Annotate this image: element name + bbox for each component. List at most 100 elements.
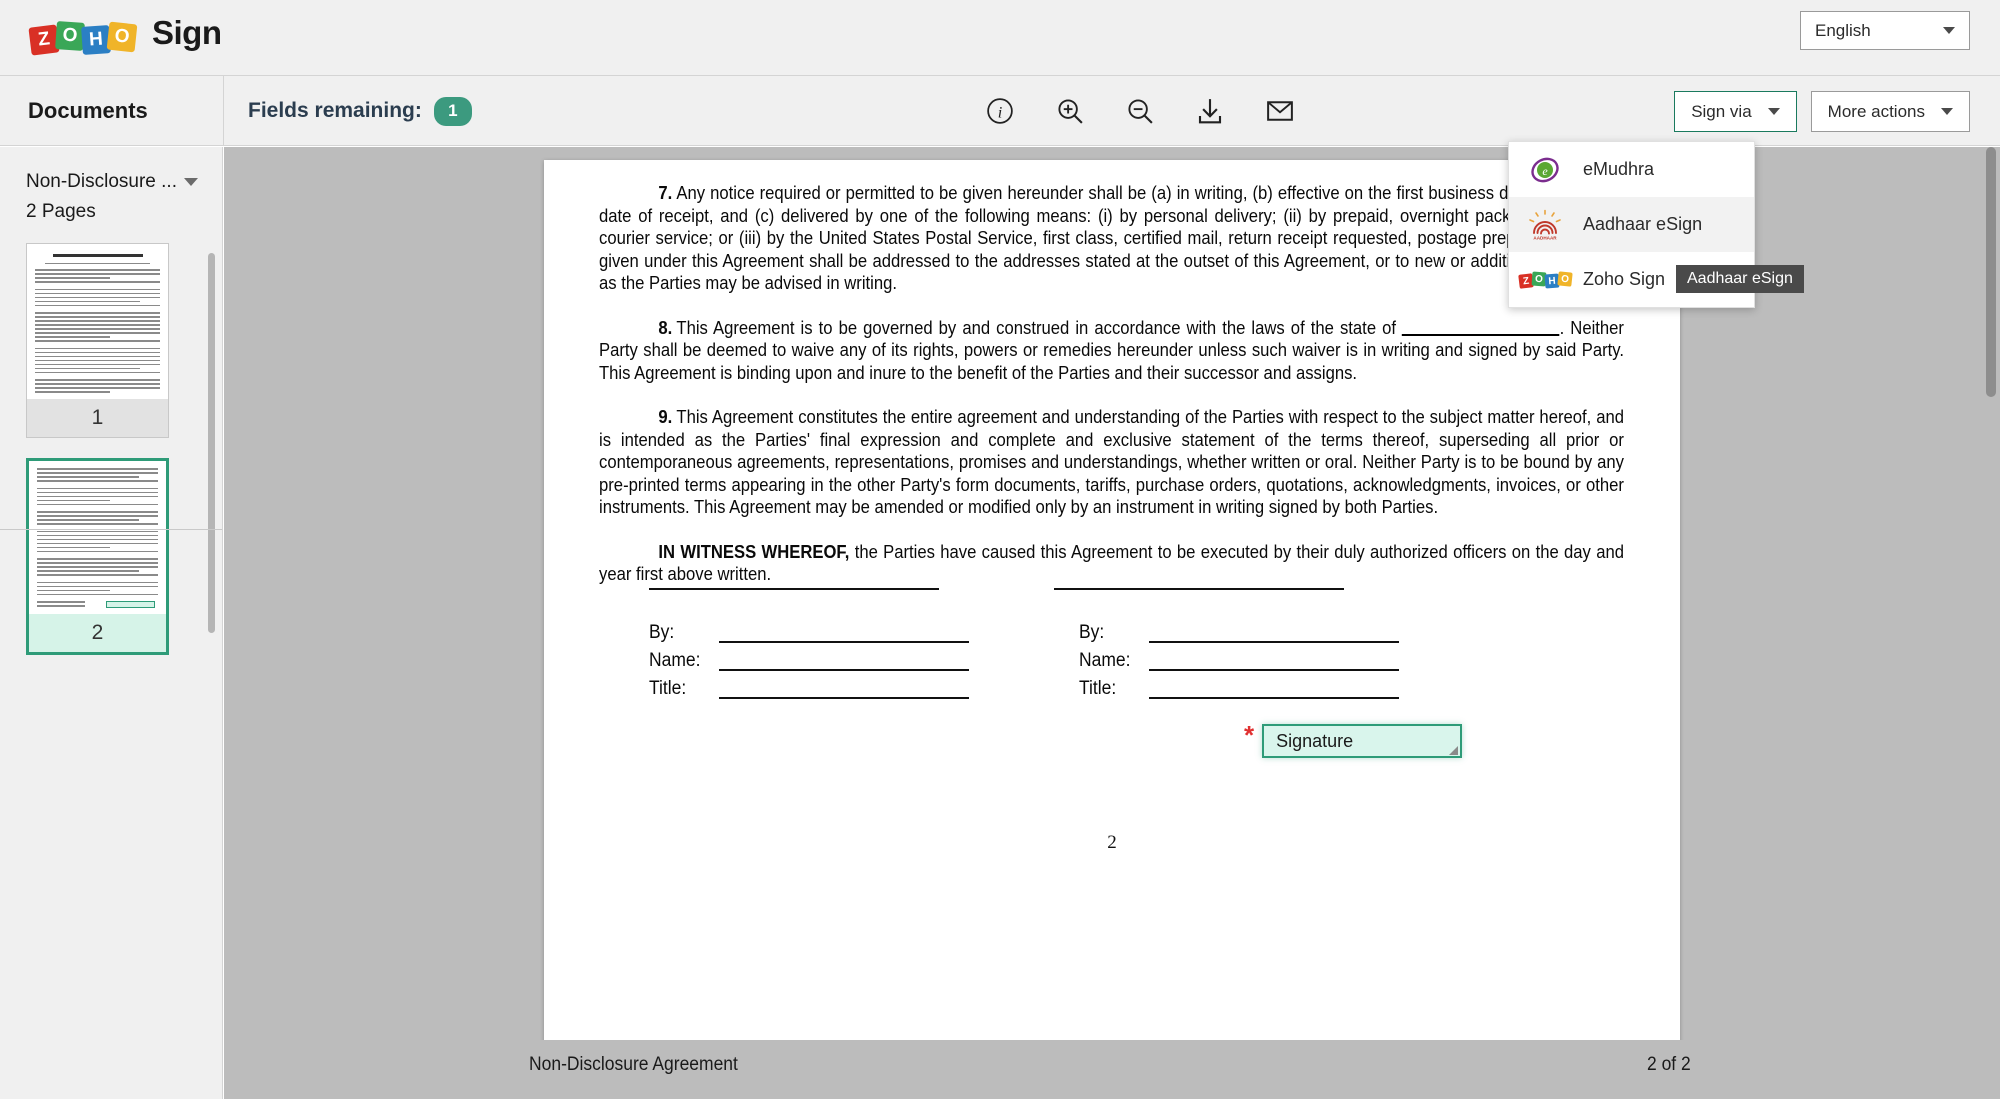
documents-heading: Documents (28, 98, 148, 123)
fields-remaining-badge: 1 (433, 96, 472, 126)
signature-by-row: By: (1079, 623, 1399, 643)
clause-text: Any notice required or permitted to be g… (599, 182, 1624, 293)
zoho-logo-icon: Z O H O (28, 12, 138, 56)
required-asterisk-icon: * (1244, 720, 1255, 750)
toolbar-divider (223, 76, 224, 146)
document-toolbar: Documents Fields remaining: 1 i Sign via… (0, 76, 2000, 146)
tooltip: Aadhaar eSign (1676, 265, 1804, 293)
logo-letter: O (61, 24, 79, 47)
zoho-logo-icon: Z O H O (1517, 264, 1573, 296)
sidebar-document-name: Non-Disclosure ... (26, 171, 177, 192)
signature-rule-right (1054, 588, 1344, 590)
signature-rules (649, 588, 1579, 590)
logo-letter: Z (36, 28, 51, 51)
page-thumbnail-list: 1 2 (0, 243, 222, 655)
viewer-footer: Non-Disclosure Agreement 2 of 2 (224, 1040, 2000, 1099)
product-name: Sign (152, 14, 222, 51)
signature-by-row: By: (649, 623, 969, 643)
menu-item-label: Zoho Sign (1583, 269, 1666, 289)
email-icon[interactable] (1265, 96, 1295, 126)
signature-name-row: Name: (649, 651, 969, 671)
signature-by-line (719, 627, 969, 643)
pages-sidebar: Non-Disclosure ... 2 Pages 1 2 (0, 147, 223, 1099)
signature-field-group: * Signature (1244, 720, 1463, 758)
toolbar-action-buttons: Sign via More actions (1674, 91, 1970, 132)
sign-via-label: Sign via (1691, 101, 1752, 121)
logo-cube-o2: O (106, 21, 138, 53)
language-selector[interactable]: English (1800, 11, 1970, 50)
signature-title-label: Title: (649, 678, 687, 699)
signature-block-left: By: Name: Title: (649, 623, 969, 707)
more-actions-label: More actions (1827, 101, 1925, 121)
clause-text: This Agreement constitutes the entire ag… (599, 406, 1624, 517)
signature-blocks: By: Name: Title: By: Name: Title: (649, 623, 1599, 707)
logo-cube-o1: O (1531, 271, 1546, 286)
sidebar-scrollbar[interactable] (208, 253, 215, 633)
signature-block-right: By: Name: Title: (1079, 623, 1399, 707)
signature-field[interactable]: Signature (1262, 724, 1463, 758)
logo-cube-o2: O (1556, 270, 1573, 287)
signature-field-label: Signature (1276, 730, 1354, 751)
printed-page-number: 2 (1107, 832, 1117, 853)
viewer-scrollbar[interactable] (1986, 147, 1996, 397)
zoho-sign-logo[interactable]: Z O H O Sign (28, 12, 222, 56)
language-selector-value: English (1815, 20, 1871, 40)
logo-letter: O (113, 25, 131, 48)
zoom-in-icon[interactable] (1055, 96, 1085, 126)
chevron-down-icon (1767, 108, 1780, 115)
more-actions-button[interactable]: More actions (1810, 91, 1970, 132)
clause-text-before-blank: This Agreement is to be governed by and … (676, 316, 1403, 338)
clause-number: 8. (658, 316, 673, 338)
menu-item-emudhra[interactable]: e eMudhra (1509, 142, 1754, 197)
clause-number: 9. (658, 406, 673, 427)
menu-item-label: eMudhra (1583, 159, 1655, 179)
emudhra-logo-icon: e (1527, 154, 1563, 186)
svg-text:e: e (1542, 164, 1548, 178)
thumbnail-signature-field (105, 601, 156, 608)
menu-item-aadhaar-esign[interactable]: AADHAAR Aadhaar eSign (1509, 197, 1754, 252)
menu-item-label: Aadhaar eSign (1583, 214, 1703, 234)
signature-title-label: Title: (1079, 678, 1117, 699)
document-body-text: 7. Any notice required or permitted to be… (599, 182, 1624, 586)
footer-document-title: Non-Disclosure Agreement (529, 1053, 738, 1075)
signature-rule-left (649, 588, 939, 590)
clause-number: 7. (658, 182, 673, 203)
signature-name-row: Name: (1079, 651, 1399, 671)
signature-name-line (1149, 655, 1399, 671)
info-icon[interactable]: i (985, 96, 1015, 126)
thumbnail-page-number: 1 (27, 399, 168, 437)
signature-name-label: Name: (1079, 650, 1131, 671)
signature-name-line (719, 655, 969, 671)
signature-title-row: Title: (1079, 679, 1399, 699)
witness-heading: IN WITNESS WHEREOF, (658, 540, 850, 562)
resize-handle-icon[interactable] (1449, 746, 1459, 755)
signature-by-label: By: (649, 622, 675, 643)
logo-cube-o1: O (55, 21, 85, 51)
thumbnail-preview (29, 461, 166, 614)
clause-paragraph-7: 7. Any notice required or permitted to be… (599, 182, 1624, 295)
zoom-out-icon[interactable] (1125, 96, 1155, 126)
signature-by-label: By: (1079, 622, 1105, 643)
chevron-down-icon (1943, 27, 1955, 34)
download-icon[interactable] (1195, 96, 1225, 126)
signature-by-line (1149, 627, 1399, 643)
viewer-tool-icons: i (985, 76, 1295, 146)
signature-title-line (1149, 683, 1399, 699)
chevron-down-icon (1941, 108, 1953, 115)
page-thumbnail-1[interactable]: 1 (26, 243, 169, 438)
fields-remaining-label: Fields remaining: (248, 99, 422, 122)
sidebar-page-count: 2 Pages (26, 201, 96, 222)
page-thumbnail-2[interactable]: 2 (26, 458, 169, 655)
fill-in-blank (1402, 333, 1560, 336)
clause-paragraph-9: 9. This Agreement constitutes the entire … (599, 406, 1624, 519)
fields-remaining-indicator: Fields remaining: 1 (248, 76, 472, 146)
svg-text:i: i (998, 103, 1003, 121)
signature-title-line (719, 683, 969, 699)
sidebar-document-header: Non-Disclosure ... 2 Pages (0, 147, 222, 223)
thumbnail-page-number: 2 (29, 614, 166, 652)
sign-via-button[interactable]: Sign via (1674, 91, 1797, 132)
signature-title-row: Title: (649, 679, 969, 699)
chevron-down-icon[interactable] (184, 178, 198, 186)
witness-paragraph: IN WITNESS WHEREOF, the Parties have cau… (599, 541, 1624, 586)
signature-name-label: Name: (649, 650, 701, 671)
